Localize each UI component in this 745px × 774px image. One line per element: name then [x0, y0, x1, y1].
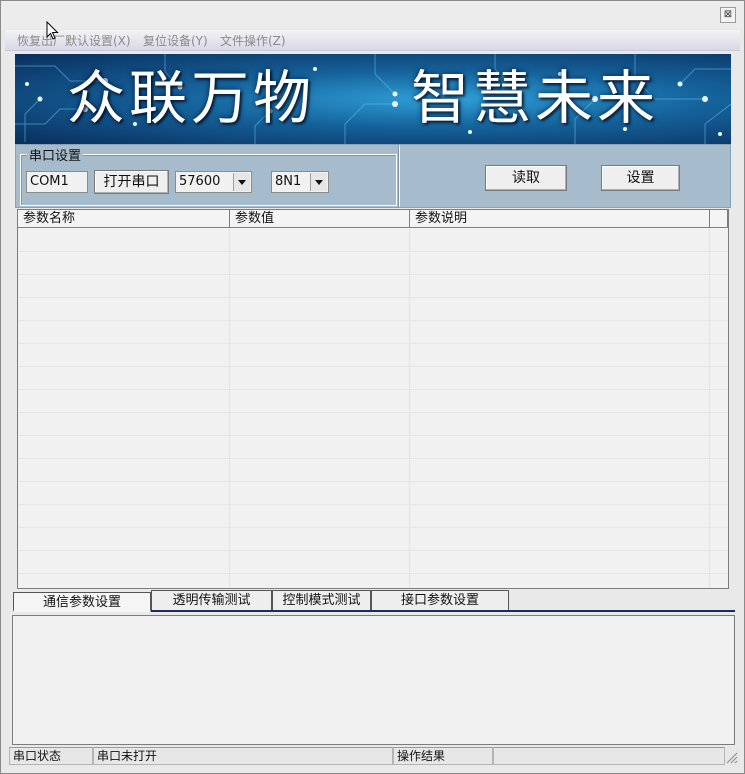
tab-interface-params[interactable]: 接口参数设置 — [371, 590, 509, 610]
operation-result-label: 操作结果 — [393, 747, 493, 765]
table-row[interactable] — [18, 528, 728, 551]
column-header-param-description[interactable]: 参数说明 — [410, 210, 710, 228]
serial-settings-panel: 串口设置 COM1 打开串口 57600 8N1 读取 设置 — [15, 144, 731, 208]
resize-grip-icon[interactable] — [726, 752, 738, 764]
menu-item-default-settings[interactable]: 默认设置(X) — [65, 32, 131, 49]
menu-bar: 恢复出厂 默认设置(X) 复位设备(Y) 文件操作(Z) — [5, 30, 740, 51]
table-row[interactable] — [18, 229, 728, 252]
table-row[interactable] — [18, 252, 728, 275]
data-format-value: 8N1 — [275, 174, 302, 189]
table-row[interactable] — [18, 505, 728, 528]
grid-line — [229, 229, 230, 588]
table-row[interactable] — [18, 413, 728, 436]
column-header-param-name[interactable]: 参数名称 — [18, 210, 230, 228]
read-button[interactable]: 读取 — [485, 165, 567, 191]
table-row[interactable] — [18, 459, 728, 482]
main-window: ⊠ 恢复出厂 默认设置(X) 复位设备(Y) 文件操作(Z) 众联万物 智慧未来… — [0, 0, 745, 774]
table-row[interactable] — [18, 298, 728, 321]
table-row[interactable] — [18, 321, 728, 344]
serial-status-label: 串口状态 — [9, 747, 93, 765]
menu-item-reset-device[interactable]: 复位设备(Y) — [143, 32, 208, 49]
chevron-down-icon[interactable] — [310, 173, 327, 191]
banner-slogan-left: 众联万物 — [67, 64, 316, 132]
tab-control-mode-test[interactable]: 控制模式测试 — [272, 590, 371, 610]
grid-line — [409, 229, 410, 588]
port-field[interactable]: COM1 — [26, 171, 88, 193]
column-header-filler — [710, 210, 728, 228]
table-row[interactable] — [18, 551, 728, 574]
panel-divider — [399, 145, 400, 207]
tab-comm-params[interactable]: 通信参数设置 — [13, 592, 151, 612]
table-row[interactable] — [18, 482, 728, 505]
set-button[interactable]: 设置 — [601, 165, 680, 191]
chevron-down-icon[interactable] — [233, 173, 250, 191]
open-port-button[interactable]: 打开串口 — [94, 170, 169, 194]
title-bar: ⊠ — [1, 1, 744, 29]
banner: 众联万物 智慧未来 — [15, 54, 731, 144]
table-row[interactable] — [18, 436, 728, 459]
menu-item-file-operations[interactable]: 文件操作(Z) — [220, 32, 286, 49]
table-row[interactable] — [18, 344, 728, 367]
grid-line — [709, 229, 710, 588]
status-bar: 串口状态 串口未打开 操作结果 — [9, 747, 740, 765]
tab-transparent-transmission[interactable]: 透明传输测试 — [151, 590, 272, 610]
column-header-param-value[interactable]: 参数值 — [230, 210, 410, 228]
parameter-table[interactable]: 参数名称 参数值 参数说明 — [17, 209, 729, 589]
serial-status-value: 串口未打开 — [93, 747, 393, 765]
operation-result-value — [493, 747, 725, 765]
data-format-select[interactable]: 8N1 — [271, 171, 329, 193]
banner-slogan-right: 智慧未来 — [411, 64, 660, 132]
tab-content-area — [12, 615, 735, 745]
mouse-pointer-icon — [46, 21, 59, 40]
table-row[interactable] — [18, 275, 728, 298]
table-row[interactable] — [18, 574, 728, 588]
baud-rate-select[interactable]: 57600 — [175, 171, 252, 193]
table-row[interactable] — [18, 367, 728, 390]
serial-settings-title: 串口设置 — [27, 145, 84, 164]
table-row[interactable] — [18, 390, 728, 413]
baud-rate-value: 57600 — [179, 174, 221, 189]
close-button[interactable]: ⊠ — [720, 7, 736, 23]
table-header: 参数名称 参数值 参数说明 — [18, 210, 728, 229]
